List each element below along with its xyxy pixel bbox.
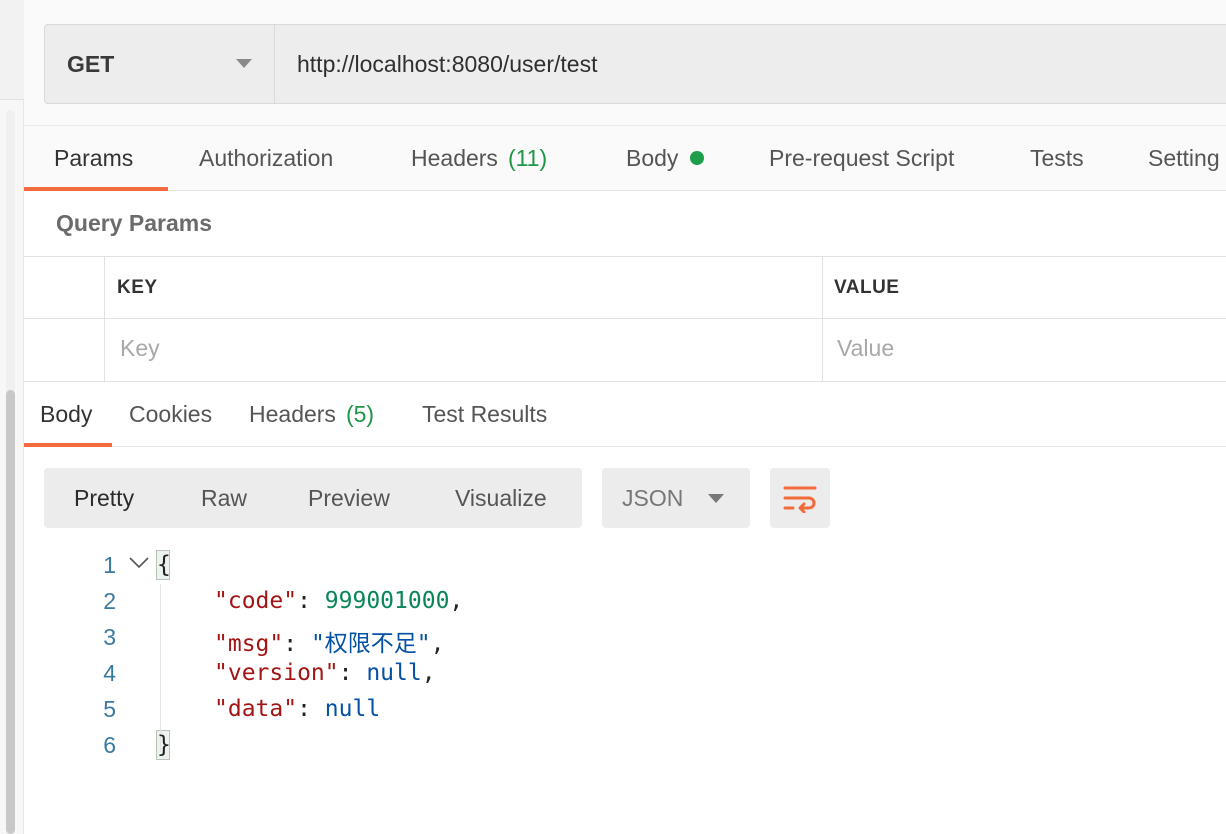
fold-chevron-icon[interactable] xyxy=(128,556,150,570)
body-status-dot-icon xyxy=(690,151,705,165)
json-key: "version" xyxy=(214,660,339,686)
line-number: 6 xyxy=(103,732,116,758)
tab-tests-label: Tests xyxy=(1030,144,1084,171)
response-tab-headers-label: Headers xyxy=(249,400,336,427)
response-tab-body-label: Body xyxy=(40,400,93,427)
json-key: "code" xyxy=(214,588,298,614)
request-tabs: Params Authorization Headers (11) Body P… xyxy=(24,126,1226,191)
view-mode-preview-button[interactable]: Preview xyxy=(308,468,390,528)
query-params-header-row: KEY VALUE xyxy=(24,257,1226,319)
json-line-version: "version": null, xyxy=(214,660,436,686)
view-mode-segmented-control: Pretty Raw Preview Visualize xyxy=(44,468,582,528)
tab-tests[interactable]: Tests xyxy=(1030,126,1084,190)
json-open-brace: { xyxy=(157,552,171,578)
method-select[interactable]: GET xyxy=(45,25,275,103)
json-close-brace: } xyxy=(157,732,171,758)
request-bar-area: GET http://localhost:8080/user/test xyxy=(24,0,1226,126)
column-divider xyxy=(104,257,105,381)
json-line-msg: "msg": "权限不足", xyxy=(214,631,445,657)
left-gutter xyxy=(0,0,24,834)
scrollbar-track[interactable] xyxy=(6,110,15,834)
tab-authorization[interactable]: Authorization xyxy=(199,126,333,190)
json-comma: , xyxy=(430,631,445,657)
json-line-data: "data": null xyxy=(214,696,381,722)
format-label: JSON xyxy=(622,484,684,511)
tab-body-label: Body xyxy=(626,144,679,171)
json-value-null: null xyxy=(366,660,422,686)
response-tab-cookies[interactable]: Cookies xyxy=(129,382,212,446)
tab-headers-label: Headers xyxy=(411,144,498,171)
tab-params-label: Params xyxy=(54,144,134,171)
line-number: 5 xyxy=(103,696,116,722)
response-tab-test-results[interactable]: Test Results xyxy=(422,382,547,446)
wrap-lines-button[interactable] xyxy=(770,468,830,528)
chevron-down-icon xyxy=(236,59,252,68)
view-mode-visualize-button[interactable]: Visualize xyxy=(455,468,547,528)
response-tab-cookies-label: Cookies xyxy=(129,400,213,427)
left-gutter-header xyxy=(0,0,24,100)
json-line-code: "code": 999001000, xyxy=(214,588,464,614)
wrap-lines-icon xyxy=(783,486,817,513)
query-params-empty-row: Key Value xyxy=(24,319,1226,381)
response-tab-test-results-label: Test Results xyxy=(422,400,548,427)
request-bar: GET http://localhost:8080/user/test xyxy=(44,24,1226,104)
response-tabs: Body Cookies Headers (5) Test Results xyxy=(24,382,1226,447)
tab-body[interactable]: Body xyxy=(626,126,705,190)
line-number: 1 xyxy=(103,552,116,578)
tab-settings[interactable]: Setting xyxy=(1148,126,1220,190)
request-panel: GET http://localhost:8080/user/test Para… xyxy=(24,0,1226,834)
response-tab-body[interactable]: Body xyxy=(40,382,92,446)
json-comma: , xyxy=(421,660,436,686)
headers-count-badge: (11) xyxy=(507,144,548,171)
format-select[interactable]: JSON xyxy=(602,468,750,528)
line-number: 3 xyxy=(103,624,116,650)
tab-params[interactable]: Params xyxy=(54,126,133,190)
chevron-down-icon xyxy=(708,494,724,503)
json-comma: , xyxy=(449,588,464,614)
response-headers-count-badge: (5) xyxy=(345,400,375,427)
method-label: GET xyxy=(67,50,115,77)
active-response-tab-indicator xyxy=(24,443,112,447)
key-column-header: KEY xyxy=(117,277,158,298)
tab-authorization-label: Authorization xyxy=(199,144,334,171)
indent-guide xyxy=(160,584,161,752)
view-mode-raw-button[interactable]: Raw xyxy=(201,468,247,528)
tab-settings-label: Setting xyxy=(1148,144,1220,171)
view-mode-pretty-button[interactable]: Pretty xyxy=(74,468,134,528)
response-tab-headers[interactable]: Headers (5) xyxy=(249,382,374,446)
query-params-title: Query Params xyxy=(56,210,212,236)
tab-headers[interactable]: Headers (11) xyxy=(411,126,547,190)
line-number: 2 xyxy=(103,588,116,614)
url-input[interactable]: http://localhost:8080/user/test xyxy=(275,25,1226,103)
query-params-table: KEY VALUE Key Value xyxy=(24,256,1226,382)
tab-pre-request-script-label: Pre-request Script xyxy=(769,144,955,171)
tab-pre-request-script[interactable]: Pre-request Script xyxy=(769,126,954,190)
value-column-header: VALUE xyxy=(834,277,900,298)
json-value-number: 999001000 xyxy=(324,588,450,614)
json-value-string: "权限不足" xyxy=(310,631,431,657)
json-key: "msg" xyxy=(214,631,284,657)
column-divider xyxy=(822,257,823,381)
json-key: "data" xyxy=(214,696,298,722)
response-body-viewer[interactable]: 1 2 3 4 5 6 { "code": 999001000, "msg": … xyxy=(24,548,1226,788)
value-input[interactable]: Value xyxy=(837,335,894,362)
line-number: 4 xyxy=(103,660,116,686)
json-value-null: null xyxy=(324,696,381,722)
active-tab-indicator xyxy=(24,187,168,191)
key-input[interactable]: Key xyxy=(120,335,160,362)
scrollbar-thumb[interactable] xyxy=(6,390,15,834)
